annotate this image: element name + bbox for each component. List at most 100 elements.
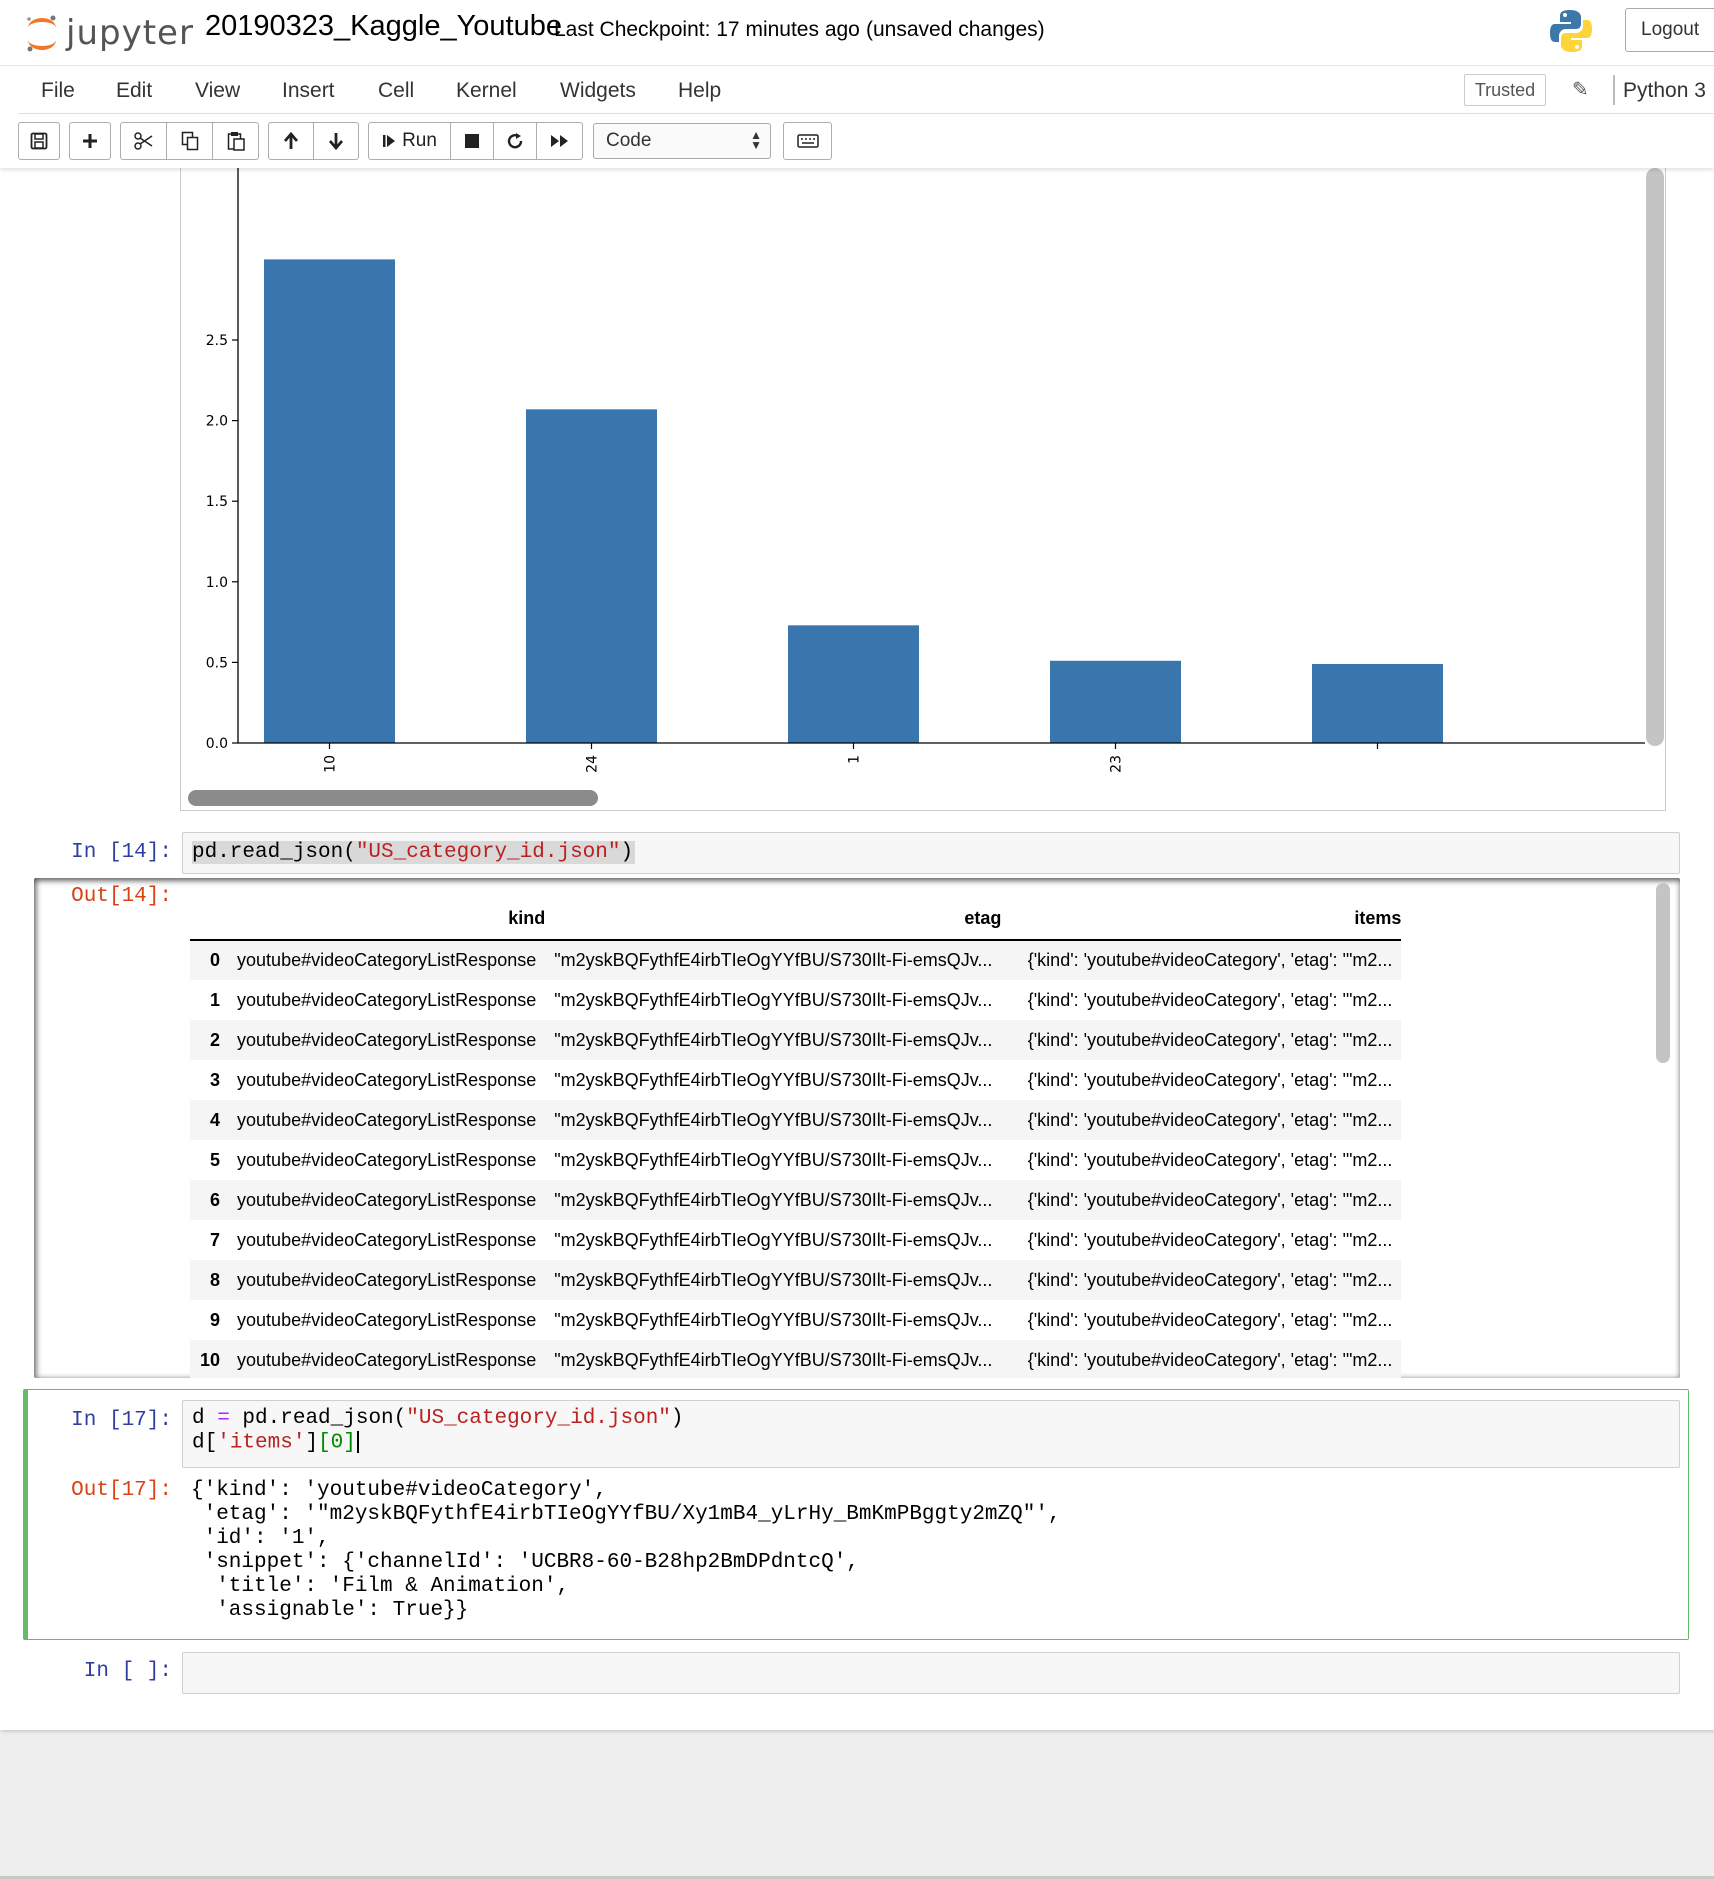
cell17-output-prompt: Out[17]: (71, 1479, 172, 1502)
etag-cell: "m2yskBQFythfE4irbTIeOgYYfBU/S730Ilt-Fi-… (545, 1180, 1002, 1220)
empty-cell-code-editor[interactable] (182, 1652, 1680, 1694)
run-button[interactable]: Run (368, 122, 451, 160)
etag-cell: "m2yskBQFythfE4irbTIeOgYYfBU/S730Ilt-Fi-… (545, 1100, 1002, 1140)
table-row: 9 youtube#videoCategoryListResponse "m2ysk… (190, 1300, 1401, 1340)
autosave-status: (unsaved changes) (866, 18, 1045, 41)
etag-cell: "m2yskBQFythfE4irbTIeOgYYfBU/S730Ilt-Fi-… (554, 1309, 993, 1330)
menu-insert[interactable]: Insert (282, 79, 335, 103)
y-tick-label: 1.0 (206, 575, 228, 591)
run-label: Run (402, 130, 437, 151)
arrow-up-icon (283, 131, 299, 149)
table-row: 2 youtube#videoCategoryListResponse "m2ysk… (190, 1020, 1402, 1060)
table-row: 8 youtube#videoCategoryListResponse "m2ysk… (190, 1260, 1402, 1300)
notebook-toolbar: Run Code ▲ ▼ (0, 118, 1714, 166)
command-palette-button[interactable] (783, 122, 832, 160)
notebook-header: jupyter 20190323_Kaggle_Youtube Last Che… (0, 0, 1714, 168)
row-index-cell: 10 (190, 1340, 229, 1378)
interrupt-button[interactable] (450, 122, 494, 160)
cut-button[interactable] (120, 122, 167, 160)
text-cursor (356, 1431, 359, 1453)
y-tick-label: 0.0 (206, 736, 228, 752)
table-row: 6 youtube#videoCategoryListResponse "m2ysk… (190, 1180, 1402, 1220)
code-token: d (192, 1407, 218, 1430)
restart-run-all-button[interactable] (536, 122, 583, 160)
output-line: 'title': 'Film & Animation', (191, 1575, 570, 1598)
paste-button[interactable] (212, 122, 259, 160)
cell14-output-area[interactable]: kind etag items 0 youtube#videoCategoryLi… (34, 878, 1680, 1378)
etag-cell: "m2yskBQFythfE4irbTIeOgYYfBU/S730Ilt-Fi-… (554, 1069, 993, 1090)
cell14-code: pd.read_json("US_category_id.json") (192, 841, 636, 864)
trusted-indicator[interactable]: Trusted (1464, 74, 1546, 106)
cell17-code-editor[interactable]: d = pd.read_json("US_category_id.json") … (182, 1400, 1680, 1468)
python-logo-icon (1550, 10, 1592, 52)
arrow-down-icon (328, 133, 344, 151)
keyboard-icon (796, 134, 819, 148)
y-tick-label: 0.5 (206, 655, 228, 671)
floppy-disk-icon (30, 132, 48, 150)
output-line: 'etag': '"m2yskBQFythfE4irbTIeOgYYfBU/Xy… (191, 1503, 1061, 1526)
notebook-name[interactable]: 20190323_Kaggle_Youtube (205, 10, 562, 43)
menu-kernel[interactable]: Kernel (456, 79, 517, 103)
kernel-name[interactable]: Python 3 (1623, 79, 1706, 103)
kind-cell: youtube#videoCategoryListResponse (228, 940, 546, 980)
copy-icon (181, 131, 198, 151)
kind-cell: youtube#videoCategoryListResponse (237, 1309, 537, 1330)
items-cell: {'kind': 'youtube#videoCategory', 'etag'… (1001, 1020, 1402, 1060)
menu-widgets[interactable]: Widgets (560, 79, 636, 103)
etag-cell: "m2yskBQFythfE4irbTIeOgYYfBU/S730Ilt-Fi-… (545, 1020, 1002, 1060)
bar (788, 625, 919, 743)
cell14-code-func: pd.read_json( (192, 841, 356, 864)
row-index-cell: 3 (210, 1069, 221, 1090)
table-row: 7 youtube#videoCategoryListResponse "m2ysk… (190, 1220, 1401, 1260)
save-button[interactable] (18, 122, 60, 160)
items-cell: {'kind': 'youtube#videoCategory', 'etag'… (1001, 1180, 1402, 1220)
bar (1050, 660, 1181, 743)
etag-cell: "m2yskBQFythfE4irbTIeOgYYfBU/S730Ilt-Fi-… (554, 1149, 993, 1170)
menu-edit[interactable]: Edit (116, 79, 152, 103)
table-row: 4 youtube#videoCategoryListResponse "m2ysk… (190, 1100, 1402, 1140)
cell-type-select[interactable]: Code ▲ ▼ (593, 123, 771, 159)
restart-kernel-button[interactable] (493, 122, 537, 160)
header-etag: etag (545, 906, 1002, 941)
menu-file[interactable]: File (41, 79, 75, 103)
x-tick-label: 23 (1109, 755, 1125, 773)
move-down-button[interactable] (313, 122, 359, 160)
cell14-code-string: "US_category_id.json" (355, 841, 621, 864)
kind-cell: youtube#videoCategoryListResponse (237, 1149, 537, 1170)
select-arrows-icon: ▲ ▼ (750, 128, 762, 152)
menu-view[interactable]: View (195, 79, 240, 103)
cell14-input-prompt: In [14]: (71, 841, 172, 864)
menu-help[interactable]: Help (678, 79, 721, 103)
bar (264, 259, 395, 743)
empty-cell-input-prompt: In [ ]: (83, 1660, 172, 1683)
chart-vertical-scrollbar[interactable] (1646, 168, 1664, 746)
dataframe-table: kind etag items 0 youtube#videoCategoryLi… (190, 906, 1402, 1378)
y-tick-label: 2.5 (206, 333, 228, 349)
kind-cell: youtube#videoCategoryListResponse (237, 1069, 537, 1090)
notebook-container: 0.0 0.5 1.0 1.5 2.0 2.5 10 24 1 23 In [14]: pd.re… (0, 168, 1714, 1730)
cell17-code: d = pd.read_json("US_category_id.json") … (192, 1407, 684, 1456)
jupyter-logo[interactable]: jupyter (24, 8, 194, 58)
menubar: File Edit View Insert Cell Kernel Widget… (18, 69, 1714, 114)
items-cell: {'kind': 'youtube#videoCategory', 'etag'… (1001, 940, 1402, 980)
x-tick-label: 24 (585, 755, 601, 773)
kind-cell: youtube#videoCategoryListResponse (228, 1020, 546, 1060)
etag-cell: "m2yskBQFythfE4irbTIeOgYYfBU/S730Ilt-Fi-… (554, 1229, 993, 1250)
y-tick-label: 2.0 (206, 414, 228, 430)
y-tick-label: 1.5 (206, 494, 228, 510)
row-index-cell: 2 (190, 1020, 229, 1060)
scissors-icon (133, 132, 152, 150)
chart-output-area: 0.0 0.5 1.0 1.5 2.0 2.5 10 24 1 23 (180, 168, 1666, 811)
code-string: 'items' (217, 1431, 306, 1455)
chart-horizontal-scrollbar[interactable] (188, 790, 598, 806)
move-up-button[interactable] (268, 122, 314, 160)
output-vertical-scrollbar[interactable] (1656, 883, 1670, 1063)
copy-button[interactable] (166, 122, 213, 160)
cell14-code-editor[interactable]: pd.read_json("US_category_id.json") (182, 832, 1680, 874)
bar (1312, 664, 1443, 743)
logout-button[interactable]: Logout (1625, 8, 1714, 52)
pencil-icon[interactable]: ✎ (1572, 77, 1589, 102)
row-index-cell: 4 (190, 1100, 229, 1140)
menu-cell[interactable]: Cell (378, 79, 414, 103)
insert-cell-button[interactable] (69, 122, 111, 160)
